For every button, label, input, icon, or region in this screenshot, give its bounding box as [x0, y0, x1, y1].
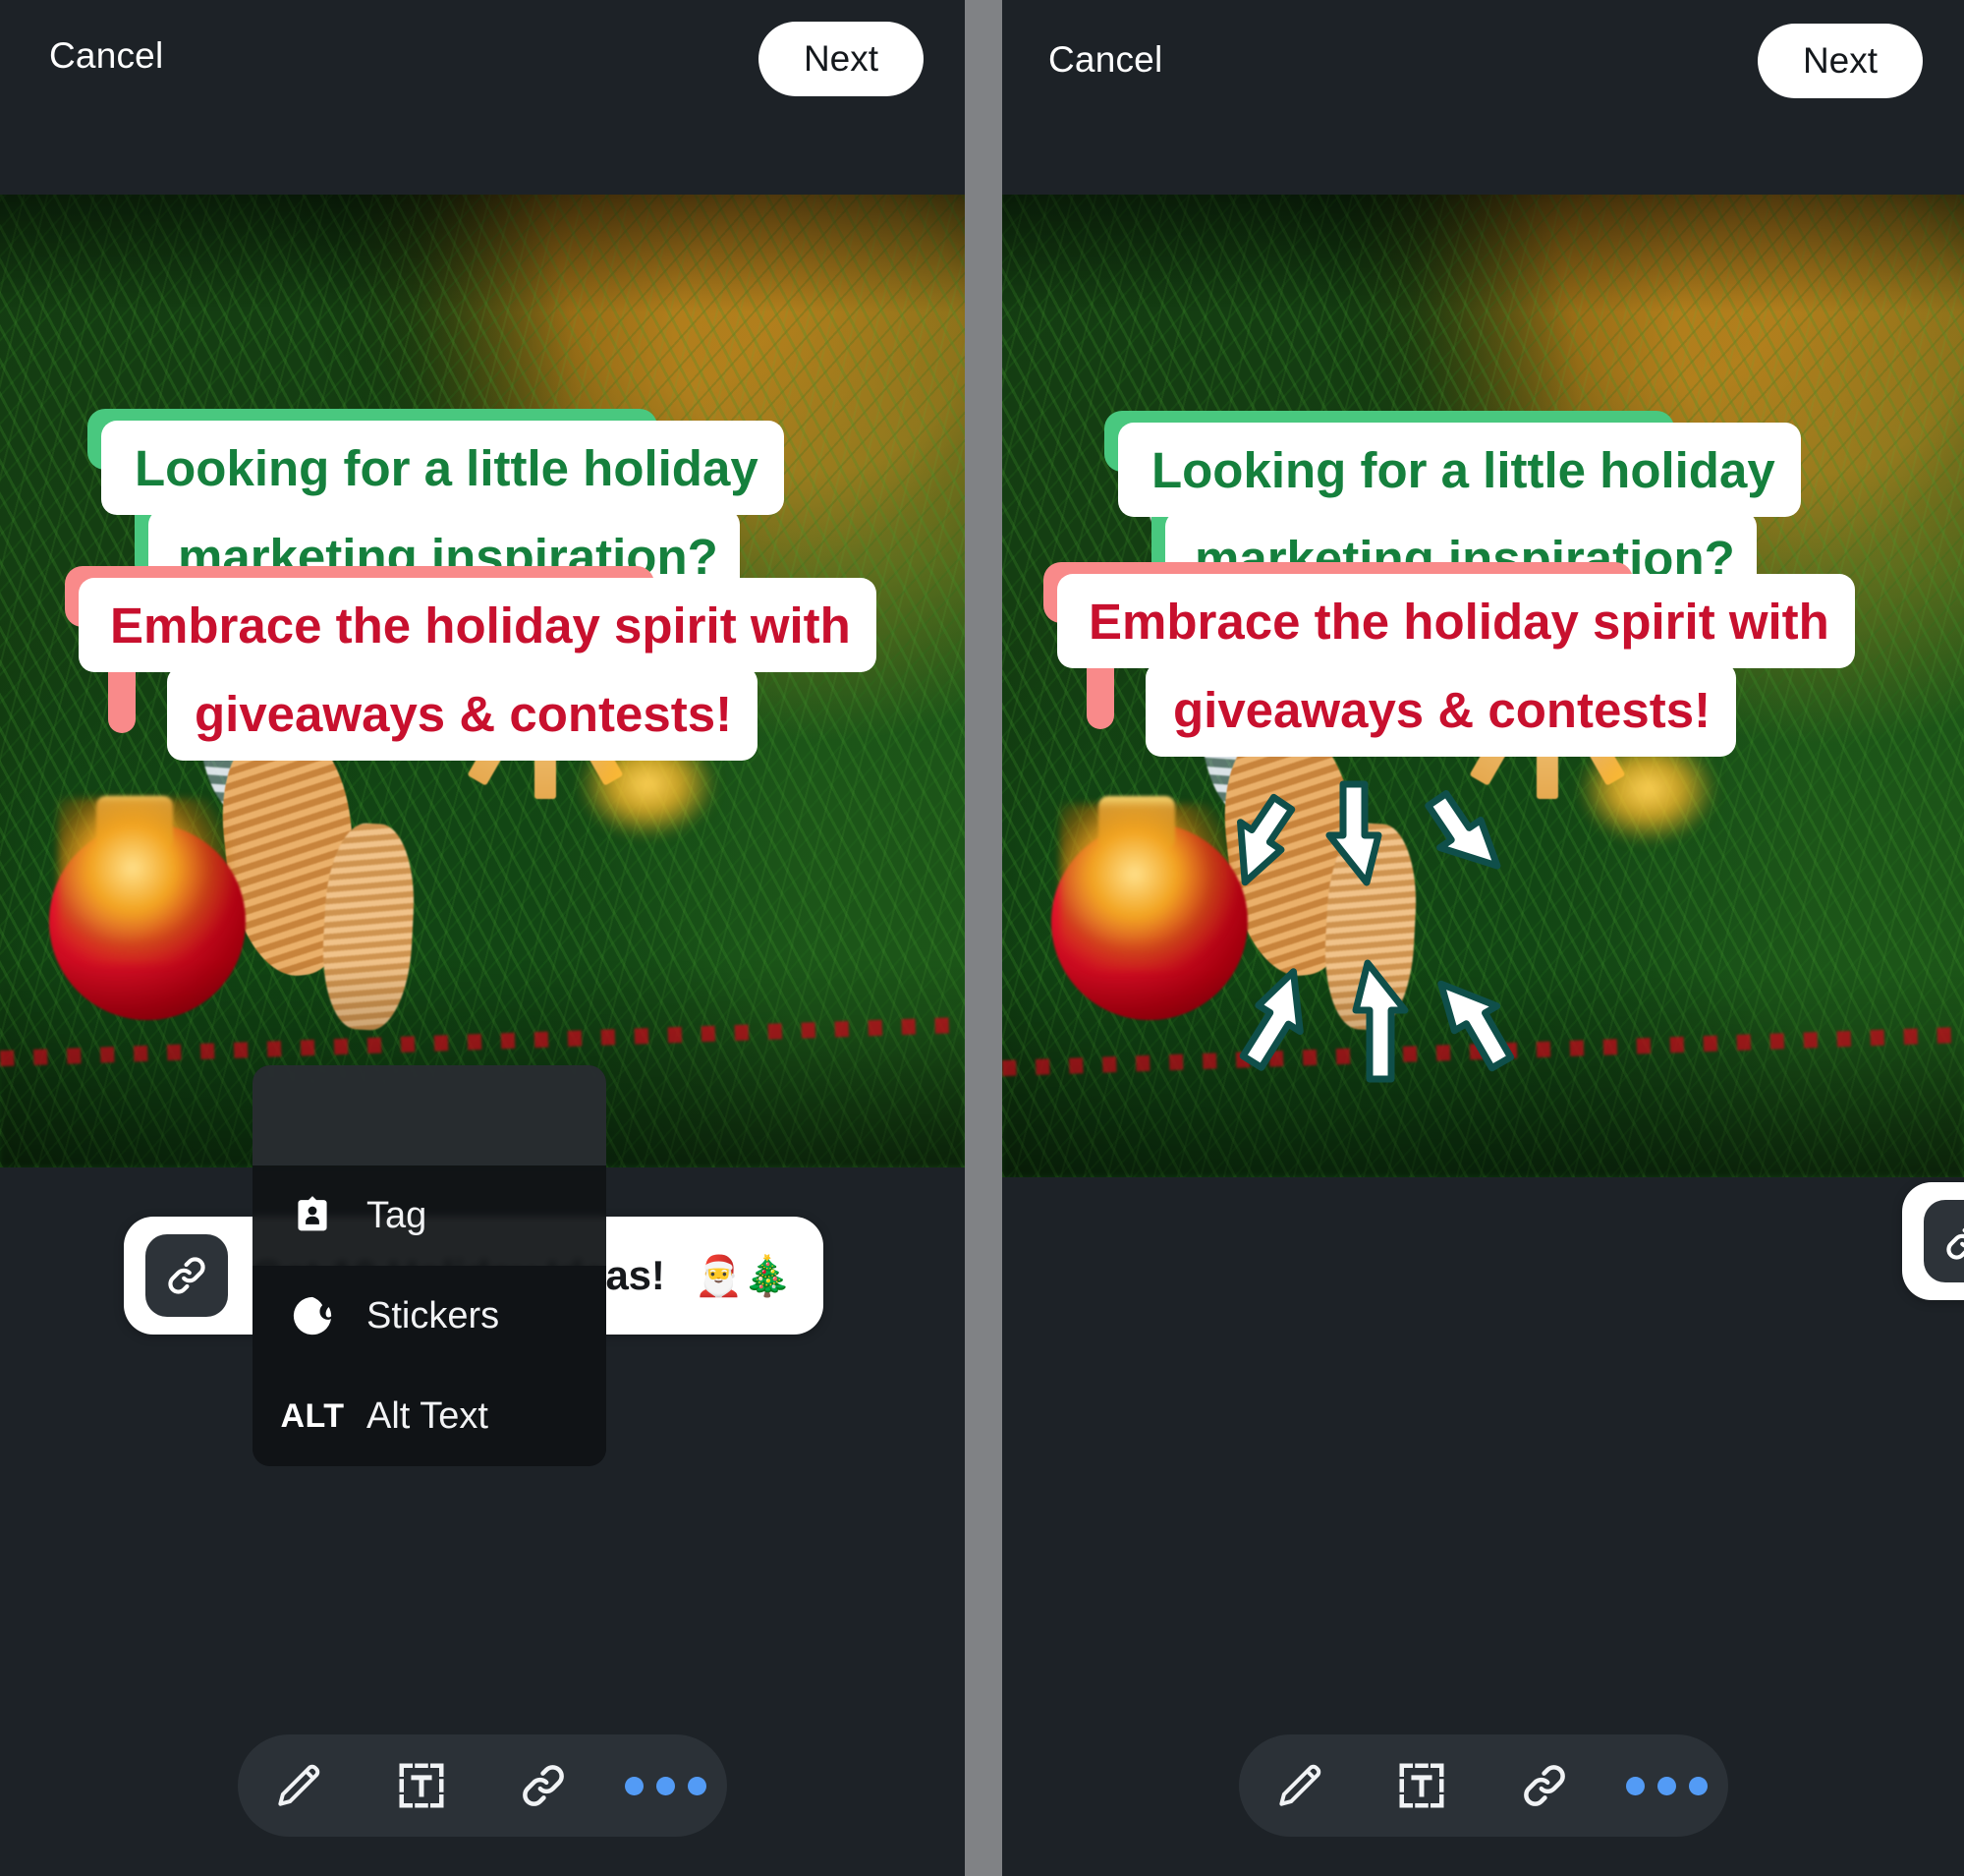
menu-item-stickers[interactable]: Stickers	[253, 1266, 606, 1366]
screenshot-stage: Cancel Next Looking for a little holiday…	[0, 0, 1964, 1876]
pencil-icon[interactable]	[1258, 1743, 1342, 1828]
headline-line-1: Looking for a little holiday	[101, 421, 784, 516]
menu-item-tag[interactable]: Tag	[253, 1165, 606, 1266]
next-button[interactable]: Next	[1758, 24, 1923, 98]
sticker-peel-icon	[282, 1293, 343, 1338]
panel-divider	[965, 0, 1002, 1876]
headline-line-1: Looking for a little holiday	[1118, 423, 1801, 518]
menu-item-tag-label: Tag	[366, 1194, 427, 1236]
text-sticker-subhead[interactable]: Embrace the holiday spirit with giveaway…	[65, 566, 876, 762]
text-box-icon[interactable]	[1379, 1743, 1464, 1828]
link-icon[interactable]	[1502, 1743, 1587, 1828]
top-bar-right: Cancel Next	[1002, 0, 1964, 195]
link-icon[interactable]	[501, 1743, 586, 1828]
link-icon	[145, 1234, 228, 1317]
link-sticker-emojis: 🎅🎄	[694, 1254, 793, 1298]
link-sticker[interactable]: Get 10 Holiday Ideas! 🎅🎄	[1902, 1182, 1964, 1300]
context-menu-spacer	[253, 1065, 606, 1165]
menu-item-alt-text-label: Alt Text	[366, 1394, 488, 1437]
subhead-line-1: Embrace the holiday spirit with	[79, 578, 876, 673]
cancel-button[interactable]: Cancel	[1048, 39, 1162, 81]
pencil-icon[interactable]	[256, 1743, 341, 1828]
editor-toolbar-left	[238, 1734, 727, 1837]
more-dots-icon[interactable]	[624, 1743, 708, 1828]
panel-right-editor: Cancel Next Looking for a little holiday…	[1002, 0, 1964, 1876]
tag-person-icon	[282, 1193, 343, 1238]
sticker-context-menu[interactable]: Tag Stickers ALT Alt Text	[253, 1065, 606, 1466]
editor-toolbar-right	[1238, 1734, 1728, 1837]
menu-item-alt-text[interactable]: ALT Alt Text	[253, 1366, 606, 1466]
photo-canvas-right[interactable]: Looking for a little holiday marketing i…	[1002, 195, 1964, 1177]
top-bar-left: Cancel Next	[0, 0, 965, 195]
subhead-line-1: Embrace the holiday spirit with	[1057, 574, 1855, 669]
photo-canvas-left[interactable]: Looking for a little holiday marketing i…	[0, 195, 965, 1167]
subhead-line-2: giveaways & contests!	[1146, 662, 1737, 758]
alt-badge-icon: ALT	[280, 1396, 345, 1435]
subhead-line-2: giveaways & contests!	[167, 666, 758, 762]
text-box-icon[interactable]	[379, 1743, 464, 1828]
text-sticker-subhead[interactable]: Embrace the holiday spirit with giveaway…	[1043, 562, 1855, 758]
panel-left-editor: Cancel Next Looking for a little holiday…	[0, 0, 965, 1876]
more-dots-icon[interactable]	[1624, 1743, 1709, 1828]
link-icon	[1924, 1200, 1964, 1282]
cancel-button[interactable]: Cancel	[49, 35, 163, 77]
next-button[interactable]: Next	[758, 22, 924, 96]
menu-item-stickers-label: Stickers	[366, 1294, 500, 1336]
